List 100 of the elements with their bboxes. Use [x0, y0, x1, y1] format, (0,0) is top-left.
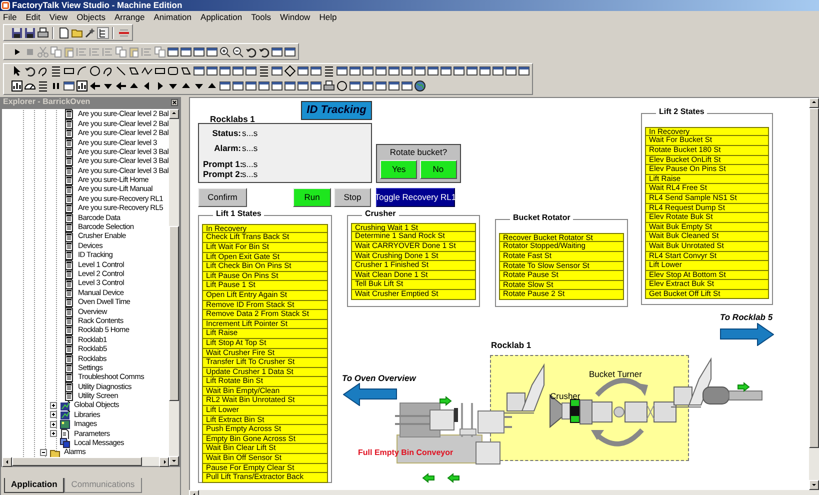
window-icon[interactable]: [310, 65, 322, 78]
window-icon[interactable]: [388, 80, 400, 92]
window-icon[interactable]: [258, 80, 270, 92]
window-icon[interactable]: [296, 80, 308, 92]
window-icon[interactable]: [270, 46, 282, 58]
nav-button[interactable]: ID Tracking: [301, 100, 372, 120]
menu-item[interactable]: Objects: [76, 12, 106, 22]
window-icon[interactable]: [180, 46, 192, 58]
paste-icon[interactable]: [128, 46, 140, 58]
minus-icon[interactable]: [118, 26, 130, 38]
window-icon[interactable]: [478, 65, 490, 78]
left-arrow-icon[interactable]: [114, 80, 126, 92]
zoom-out-icon[interactable]: [232, 46, 244, 58]
left-arrow-icon[interactable]: [343, 382, 397, 406]
menu-item[interactable]: Tools: [251, 12, 271, 22]
window-icon[interactable]: [518, 65, 530, 78]
arc-icon[interactable]: [76, 65, 88, 78]
menu-item[interactable]: Animation: [154, 12, 192, 22]
scroll-left-button[interactable]: [2, 456, 12, 467]
save-icon[interactable]: [10, 26, 22, 38]
scroll-up-button[interactable]: [169, 108, 179, 119]
window-icon[interactable]: [244, 80, 256, 92]
tab[interactable]: Application: [4, 478, 64, 493]
printer-icon[interactable]: [322, 80, 334, 92]
window-icon[interactable]: [192, 46, 204, 58]
window-icon[interactable]: [440, 65, 452, 78]
window-icon[interactable]: [492, 65, 504, 78]
window-icon[interactable]: [362, 65, 374, 78]
copy-icon[interactable]: [50, 46, 62, 58]
window-icon[interactable]: [284, 46, 296, 58]
window-icon[interactable]: [426, 65, 438, 78]
list-icon[interactable]: [322, 65, 334, 78]
window-icon[interactable]: [336, 65, 348, 78]
menu-item[interactable]: Application: [200, 12, 242, 22]
window-icon[interactable]: [400, 65, 412, 78]
window-icon[interactable]: [466, 65, 478, 78]
scroll-down-button[interactable]: [809, 480, 819, 490]
menu-item[interactable]: Edit: [26, 12, 40, 22]
left-arrow-icon[interactable]: [88, 80, 100, 92]
rounded-rectangle-icon[interactable]: [166, 65, 178, 78]
expand-toggle[interactable]: [50, 402, 57, 410]
menu-item[interactable]: View: [49, 12, 68, 22]
expand-toggle[interactable]: [50, 420, 57, 428]
window-icon[interactable]: [232, 65, 244, 78]
prompt-button[interactable]: No: [420, 160, 457, 180]
polygon-icon[interactable]: [180, 65, 192, 78]
freehand-icon[interactable]: [36, 65, 48, 78]
scroll-right-button[interactable]: [159, 456, 169, 467]
menu-item[interactable]: Arrange: [114, 12, 145, 22]
window-icon[interactable]: [452, 65, 464, 78]
expand-toggle[interactable]: [50, 430, 57, 438]
window-icon[interactable]: [218, 80, 230, 92]
globe-icon[interactable]: [414, 80, 426, 92]
scroll-thumb[interactable]: [12, 456, 142, 466]
window-icon[interactable]: [362, 80, 374, 92]
control-button[interactable]: Stop: [334, 188, 371, 207]
scroll-thumb[interactable]: [169, 226, 179, 401]
expand-toggle[interactable]: [50, 411, 57, 418]
control-button[interactable]: Toggle Recovery RL1: [376, 188, 455, 207]
chart-icon[interactable]: [76, 80, 88, 92]
control-button[interactable]: Run: [293, 188, 331, 207]
menu-item[interactable]: File: [3, 12, 17, 22]
window-icon[interactable]: [504, 65, 516, 78]
window-icon[interactable]: [166, 46, 178, 58]
diamond-icon[interactable]: [284, 65, 296, 78]
window-icon[interactable]: [244, 65, 256, 78]
freehand-icon[interactable]: [102, 65, 114, 78]
tree-icon[interactable]: [96, 26, 108, 38]
window-icon[interactable]: [218, 65, 230, 78]
window-icon[interactable]: [62, 80, 74, 92]
window-icon[interactable]: [388, 65, 400, 78]
window-icon[interactable]: [296, 65, 308, 78]
folder-icon[interactable]: [70, 26, 82, 38]
window-icon[interactable]: [374, 80, 386, 92]
expand-toggle[interactable]: [40, 449, 47, 456]
window-icon[interactable]: [310, 80, 322, 92]
menu-item[interactable]: Window: [280, 12, 310, 22]
paste-icon[interactable]: [62, 46, 74, 58]
copy-icon[interactable]: [114, 46, 126, 58]
undo-icon[interactable]: [258, 46, 270, 58]
window-icon[interactable]: [206, 65, 218, 78]
scrollbar[interactable]: [2, 456, 169, 466]
circle-icon[interactable]: [88, 65, 100, 78]
window-icon[interactable]: [414, 65, 426, 78]
window-icon[interactable]: [374, 65, 386, 78]
window-icon[interactable]: [284, 80, 296, 92]
list-icon[interactable]: [36, 80, 48, 92]
close-icon[interactable]: [171, 99, 178, 106]
window-icon[interactable]: [206, 46, 218, 58]
window-icon[interactable]: [348, 65, 360, 78]
undo-icon[interactable]: [244, 46, 256, 58]
zoom-in-icon[interactable]: [218, 46, 230, 58]
list-icon[interactable]: [258, 65, 270, 78]
line-icon[interactable]: [114, 65, 126, 78]
window-icon[interactable]: [192, 65, 204, 78]
window-icon[interactable]: [270, 65, 282, 78]
wand-icon[interactable]: [84, 26, 96, 38]
polygon-icon[interactable]: [128, 65, 140, 78]
control-button[interactable]: Confirm: [198, 188, 247, 207]
scroll-down-button[interactable]: [169, 456, 179, 466]
